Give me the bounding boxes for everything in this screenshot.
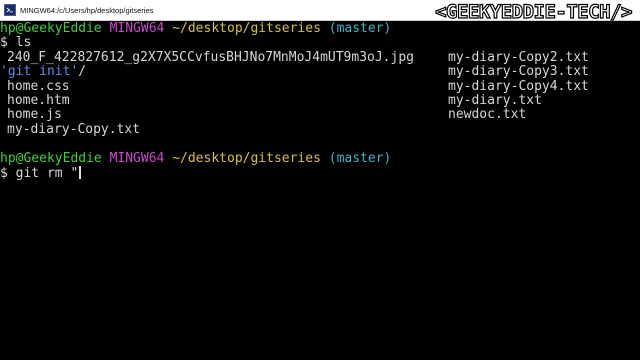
ls-output-item: home.js bbox=[7, 107, 62, 123]
text-cursor bbox=[79, 166, 82, 179]
prompt-system: MINGW64 bbox=[109, 21, 165, 36]
mingw-terminal-icon bbox=[4, 4, 16, 16]
prompt-line: hp@GeekyEddie MINGW64 ~/desktop/gitserie… bbox=[0, 21, 392, 36]
command-line: $ ls bbox=[0, 35, 32, 51]
prompt-branch: (master) bbox=[328, 150, 392, 166]
prompt-path: ~/desktop/gitseries bbox=[172, 21, 321, 36]
prompt-system: MINGW64 bbox=[109, 150, 165, 166]
directory-name: 'git init' bbox=[0, 64, 79, 80]
ls-output-item: my-diary-Copy2.txt bbox=[448, 49, 589, 65]
ls-output-item: my-diary-Copy4.txt bbox=[448, 78, 589, 94]
watermark-logo: <GEEKYEDDIE-TECH/> bbox=[434, 0, 633, 23]
prompt-line: hp@GeekyEddie MINGW64 ~/desktop/gitserie… bbox=[0, 150, 392, 166]
command-input-line[interactable]: $ git rm " bbox=[0, 166, 82, 181]
prompt-branch: (master) bbox=[328, 21, 392, 36]
window-title: MINGW64:/c/Users/hp/desktop/gitseries bbox=[20, 5, 154, 15]
command-input-text[interactable]: $ git rm " bbox=[0, 166, 78, 181]
ls-output-item: 240_F_422827612_g2X7X5CCvfusBHJNo7MnMoJ4… bbox=[7, 49, 414, 65]
prompt-path: ~/desktop/gitseries bbox=[172, 150, 321, 166]
prompt-user-host: hp@GeekyEddie bbox=[0, 150, 102, 166]
directory-suffix: / bbox=[78, 64, 87, 80]
terminal-content[interactable]: hp@GeekyEddie MINGW64 ~/desktop/gitserie… bbox=[0, 21, 640, 360]
prompt-user-host: hp@GeekyEddie bbox=[0, 21, 102, 36]
ls-output-item: my-diary-Copy.txt bbox=[7, 121, 141, 137]
ls-output-directory: 'git init'/ bbox=[0, 64, 87, 80]
ls-output-item: home.htm bbox=[7, 93, 70, 108]
ls-output-item: my-diary-Copy3.txt bbox=[448, 64, 589, 80]
ls-output-item: my-diary.txt bbox=[448, 93, 542, 108]
ls-output-item: newdoc.txt bbox=[448, 107, 527, 123]
ls-output-item: home.css bbox=[7, 78, 70, 94]
terminal-window: MINGW64:/c/Users/hp/desktop/gitseries <G… bbox=[0, 0, 640, 360]
